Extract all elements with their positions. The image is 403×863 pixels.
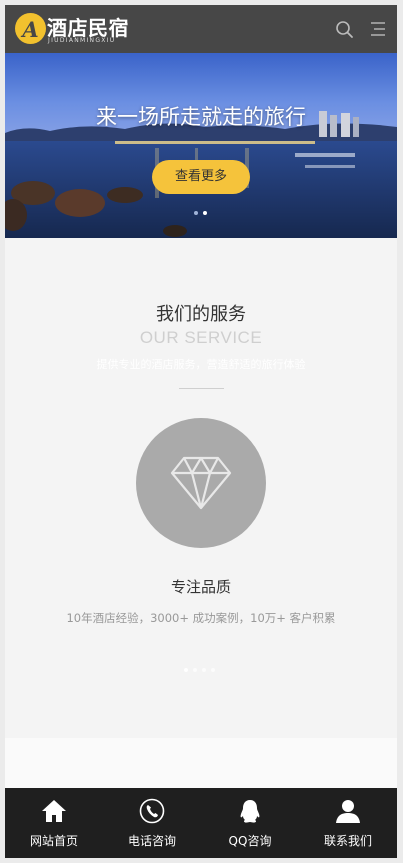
service-description: 提供专业的酒店服务，营造舒适的旅行体验 — [96, 358, 306, 371]
qq-icon — [240, 800, 260, 823]
service-dot-4[interactable] — [211, 668, 215, 672]
nav-home-label: 网站首页 — [29, 834, 78, 848]
page-frame: A 酒店民宿 JIUDIANMINGXIU 来一场所走就走的旅行 查看更多 我们… — [5, 5, 397, 858]
user-icon — [336, 800, 360, 823]
section-spacer — [5, 738, 397, 788]
service-section: 我们的服务 OUR SERVICE 提供专业的酒店服务，营造舒适的旅行体验 专注… — [5, 238, 397, 738]
view-more-button[interactable]: 查看更多 — [152, 160, 250, 194]
search-icon[interactable] — [334, 19, 354, 39]
logo-circle: A — [15, 13, 46, 44]
banner-dot-1[interactable] — [194, 211, 198, 215]
phone-icon — [139, 798, 165, 824]
service-icon-circle — [136, 418, 266, 548]
service-dot-3[interactable] — [202, 668, 206, 672]
banner-title: 来一场所走就走的旅行 — [96, 105, 306, 129]
nav-home[interactable]: 网站首页 — [5, 788, 103, 858]
nav-contact-label: 联系我们 — [323, 834, 372, 848]
service-title-en: OUR SERVICE — [139, 328, 263, 347]
home-icon — [42, 800, 66, 822]
logo-letter: A — [22, 17, 39, 42]
nav-phone[interactable]: 电话咨询 — [103, 788, 201, 858]
banner-image — [5, 53, 397, 238]
service-title: 我们的服务 — [156, 304, 246, 325]
service-dot-1[interactable] — [184, 668, 188, 672]
header: A 酒店民宿 JIUDIANMINGXIU — [5, 5, 397, 53]
menu-icon[interactable] — [368, 19, 388, 39]
nav-qq-label: QQ咨询 — [228, 834, 272, 848]
service-item-description: 10年酒店经验，3000+ 成功案例，10万+ 客户积累 — [66, 611, 336, 625]
service-dot-2[interactable] — [193, 668, 197, 672]
nav-phone-label: 电话咨询 — [127, 834, 176, 848]
banner-dot-2[interactable] — [203, 211, 207, 215]
divider — [179, 388, 224, 389]
nav-qq[interactable]: QQ咨询 — [201, 788, 299, 858]
service-item-title: 专注品质 — [170, 578, 231, 596]
nav-contact[interactable]: 联系我们 — [299, 788, 397, 858]
brand-subtitle: JIUDIANMINGXIU — [48, 37, 116, 44]
bottom-nav: 网站首页 电话咨询 QQ咨询 联系我们 — [5, 788, 397, 858]
diamond-icon — [170, 456, 232, 510]
hero-banner: 来一场所走就走的旅行 查看更多 — [5, 53, 397, 238]
